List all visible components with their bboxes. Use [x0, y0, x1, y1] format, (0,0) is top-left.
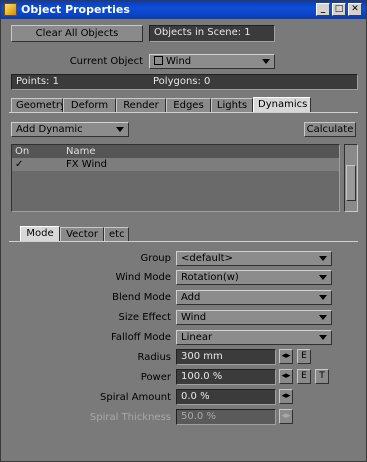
spiral-amount-slider-arrows-icon[interactable]: ◂▸: [279, 389, 293, 404]
spiral-thickness-field[interactable]: 50.0 %: [176, 409, 276, 425]
close-button[interactable]: ✕: [348, 3, 362, 16]
chevron-down-icon: [319, 275, 327, 280]
group-value: <default>: [181, 253, 233, 264]
tab-geometry[interactable]: Geometry: [11, 98, 66, 113]
window-title: Object Properties: [21, 3, 130, 16]
tab-divider: [9, 112, 358, 113]
power-slider-arrows-icon[interactable]: ◂▸: [279, 369, 293, 384]
chevron-down-icon: [319, 335, 327, 340]
object-properties-window: Object Properties _ □ ✕ Clear All Object…: [0, 0, 367, 462]
falloff-mode-value: Linear: [181, 332, 213, 343]
objects-in-scene-display: Objects in Scene: 1: [149, 25, 275, 42]
radius-label: Radius: [137, 352, 171, 363]
falloff-mode-label: Falloff Mode: [111, 332, 171, 343]
tab-render[interactable]: Render: [116, 98, 166, 113]
subtab-mode[interactable]: Mode: [20, 226, 60, 242]
calculate-button[interactable]: Calculate: [304, 122, 356, 137]
subtab-divider: [9, 241, 358, 242]
current-object-dropdown[interactable]: Wind: [149, 54, 275, 69]
power-label: Power: [140, 372, 171, 383]
column-header-name[interactable]: Name: [66, 145, 96, 158]
radius-field[interactable]: 300 mm: [176, 349, 276, 365]
stats-bar: Points: 1 Polygons: 0: [11, 74, 358, 90]
chevron-down-icon: [319, 256, 327, 261]
wind-mode-dropdown[interactable]: Rotation(w): [176, 270, 332, 285]
chevron-down-icon: [116, 127, 124, 132]
minimize-button[interactable]: _: [316, 3, 330, 16]
chevron-down-icon: [262, 59, 270, 64]
add-dynamic-label: Add Dynamic: [16, 124, 83, 135]
power-envelope-button[interactable]: E: [297, 369, 311, 384]
spiral-amount-label: Spiral Amount: [100, 392, 171, 403]
list-item[interactable]: ✓ FX Wind: [12, 158, 339, 171]
maximize-button[interactable]: □: [332, 3, 346, 16]
list-header: On Name: [12, 145, 339, 158]
title-bar[interactable]: Object Properties _ □ ✕: [1, 1, 366, 19]
dynamics-list: On Name ✓ FX Wind: [11, 144, 340, 212]
group-dropdown[interactable]: <default>: [176, 251, 332, 266]
tab-edges[interactable]: Edges: [166, 98, 211, 113]
tab-deform[interactable]: Deform: [63, 98, 116, 113]
tab-lights[interactable]: Lights: [211, 98, 253, 113]
size-effect-dropdown[interactable]: Wind: [176, 310, 332, 325]
row-on-checkmark[interactable]: ✓: [15, 158, 23, 171]
row-name: FX Wind: [66, 159, 107, 170]
spiral-amount-field[interactable]: 0.0 %: [176, 389, 276, 405]
power-field[interactable]: 100.0 %: [176, 369, 276, 385]
chevron-down-icon: [319, 295, 327, 300]
subtab-etc[interactable]: etc: [104, 227, 129, 242]
current-object-label: Current Object: [69, 56, 143, 67]
polygons-count: Polygons: 0: [153, 76, 211, 87]
blend-mode-dropdown[interactable]: Add: [176, 290, 332, 305]
size-effect-value: Wind: [181, 312, 207, 323]
tab-dynamics[interactable]: Dynamics: [253, 97, 311, 113]
radius-envelope-button[interactable]: E: [297, 349, 311, 364]
column-header-on[interactable]: On: [15, 145, 29, 158]
clear-all-objects-button[interactable]: Clear All Objects: [11, 25, 143, 42]
wind-mode-label: Wind Mode: [115, 272, 171, 283]
current-object-value: Wind: [166, 56, 192, 67]
points-count: Points: 1: [16, 76, 59, 87]
object-icon: [154, 56, 163, 65]
blend-mode-value: Add: [181, 292, 201, 303]
add-dynamic-dropdown[interactable]: Add Dynamic: [11, 122, 129, 137]
chevron-down-icon: [319, 315, 327, 320]
group-label: Group: [140, 253, 171, 264]
spiral-thickness-slider-arrows-icon[interactable]: ◂▸: [279, 409, 293, 424]
wind-mode-value: Rotation(w): [181, 272, 239, 283]
radius-slider-arrows-icon[interactable]: ◂▸: [279, 349, 293, 364]
power-texture-button[interactable]: T: [315, 369, 329, 384]
app-icon: [4, 3, 17, 16]
subtab-vector[interactable]: Vector: [60, 227, 104, 242]
scrollbar-thumb[interactable]: [346, 165, 356, 201]
size-effect-label: Size Effect: [118, 312, 172, 323]
spiral-thickness-label: Spiral Thickness: [89, 412, 171, 423]
blend-mode-label: Blend Mode: [112, 292, 171, 303]
list-scrollbar[interactable]: [344, 144, 358, 212]
falloff-mode-dropdown[interactable]: Linear: [176, 330, 332, 345]
